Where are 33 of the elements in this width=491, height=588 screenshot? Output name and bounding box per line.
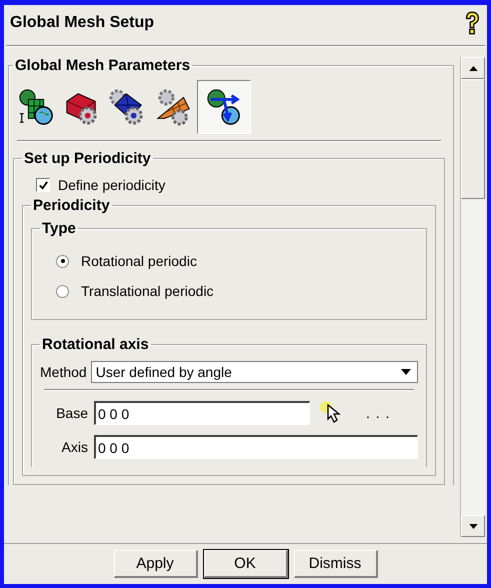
radio-label: Translational periodic	[81, 283, 214, 299]
dialog-button[interactable]: Apply	[114, 550, 198, 578]
group-title: Rotational axis	[41, 336, 150, 353]
group-title: Type	[41, 220, 77, 237]
group-title: Set up Periodicity	[23, 150, 152, 167]
caret-icon	[401, 369, 411, 375]
down-arrow-icon	[468, 524, 478, 528]
base-field[interactable]: 0 0 0	[94, 401, 310, 425]
axis-label: Axis	[60, 439, 88, 455]
group-title: Periodicity	[32, 197, 111, 214]
up-arrow-icon	[468, 66, 478, 70]
window-title: Global Mesh Setup	[10, 14, 154, 32]
help-icon[interactable]	[463, 10, 481, 36]
define-periodicity-checkbox[interactable]	[36, 178, 50, 192]
base-label: Base	[55, 405, 88, 421]
globe-arrows-icon	[205, 88, 243, 126]
method-dropdown[interactable]: User defined by angle	[90, 361, 418, 383]
method-label: Method	[40, 364, 87, 380]
scroll-down-button[interactable]	[461, 515, 485, 537]
toolbar-button[interactable]	[197, 80, 251, 134]
scroll-up-button[interactable]	[461, 57, 485, 79]
group-title: Global Mesh Parameters	[14, 57, 192, 74]
scrollbar[interactable]	[460, 57, 485, 537]
radio-label: Rotational periodic	[81, 253, 197, 269]
radio-button[interactable]	[56, 284, 69, 298]
scroll-thumb[interactable]	[461, 79, 485, 199]
checkbox-label: Define periodicity	[58, 177, 166, 193]
browse-link[interactable]: . . .	[366, 405, 390, 421]
globe-grid-icon	[17, 88, 55, 126]
axis-field[interactable]: 0 0 0	[94, 435, 418, 459]
dialog-button[interactable]: Dismiss	[294, 550, 378, 578]
radio-button[interactable]	[56, 254, 69, 268]
dialog-button[interactable]: OK	[204, 550, 288, 578]
